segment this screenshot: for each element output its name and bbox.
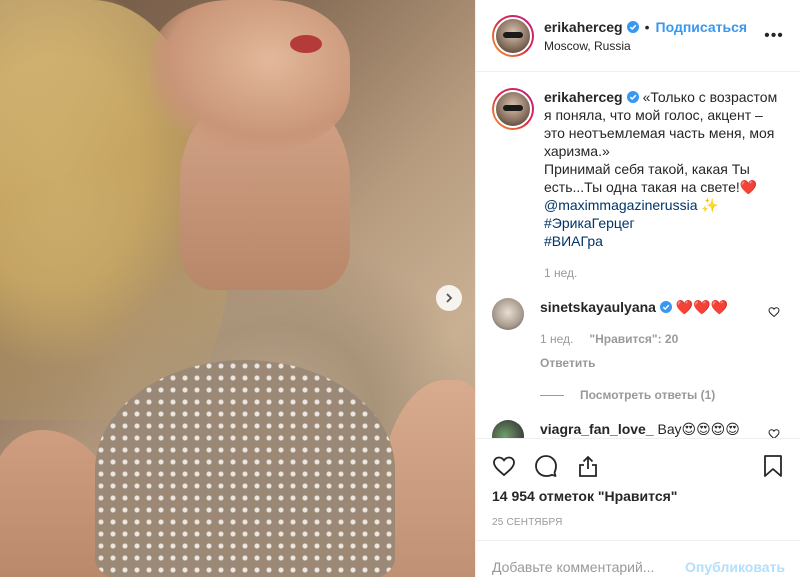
comment-time[interactable]: 1 нед. [540, 330, 573, 348]
next-image-button[interactable] [436, 285, 462, 311]
post-photo[interactable] [0, 0, 475, 577]
follow-button[interactable]: Подписаться [656, 19, 748, 35]
more-options-icon[interactable]: ••• [764, 27, 784, 45]
bookmark-icon[interactable] [761, 454, 785, 478]
comment-username[interactable]: viagra_fan_love_ [540, 421, 654, 437]
replies-divider [540, 394, 564, 396]
hashtag-link[interactable]: #ЭрикаГерцег [544, 215, 635, 231]
reply-button[interactable]: Ответить [540, 354, 728, 372]
comment-username[interactable]: sinetskayaulyana [540, 299, 656, 315]
comment-item: sinetskayaulyana ❤️❤️❤️ 1 нед. "Нравится… [492, 298, 784, 372]
heart-icon[interactable] [492, 454, 516, 478]
caption-avatar[interactable] [492, 88, 534, 130]
post-sidebar: erikaherceg • Подписаться Moscow, Russia… [475, 0, 800, 577]
chevron-right-icon [446, 293, 453, 303]
comment-avatar[interactable] [492, 420, 524, 438]
comment-icon[interactable] [534, 454, 558, 478]
comment-input[interactable] [492, 559, 678, 575]
caption-username[interactable]: erikaherceg [544, 89, 623, 105]
separator-dot: • [644, 18, 650, 35]
likes-count[interactable]: 14 954 отметок "Нравится" [492, 488, 677, 504]
photo-lips [290, 35, 322, 53]
username[interactable]: erikaherceg [544, 19, 623, 35]
post-date[interactable]: 25 СЕНТЯБРЯ [492, 517, 563, 528]
caption-text-2: Принимай себя такой, какая Ты есть...Ты … [544, 161, 758, 195]
comment-text: ❤️❤️❤️ [675, 299, 729, 315]
instagram-post: erikaherceg • Подписаться Moscow, Russia… [0, 0, 800, 577]
verified-badge-icon [626, 91, 639, 103]
verified-badge-icon [626, 20, 639, 33]
comment-likes[interactable]: "Нравится": 20 [589, 330, 678, 348]
add-comment-bar: Опубликовать [476, 540, 800, 577]
publish-button[interactable]: Опубликовать [685, 559, 785, 575]
photo-top [95, 360, 395, 577]
avatar[interactable] [492, 14, 534, 57]
like-comment-icon[interactable] [768, 306, 780, 318]
action-bar [476, 438, 800, 492]
caption-time[interactable]: 1 нед. [544, 264, 784, 282]
like-comment-icon[interactable] [768, 428, 780, 438]
comment-avatar[interactable] [492, 298, 524, 330]
mention-link[interactable]: @maximmagazinerussia [544, 197, 697, 213]
view-replies-button[interactable]: Посмотреть ответы (1) [540, 388, 784, 402]
comments-list: erikaherceg «Только с возрастом я поняла,… [476, 72, 800, 438]
sparkle-emoji: ✨ [701, 197, 719, 213]
view-replies-label: Посмотреть ответы (1) [580, 388, 716, 402]
post-caption: erikaherceg «Только с возрастом я поняла,… [492, 88, 784, 282]
hashtag-link[interactable]: #ВИАГра [544, 233, 603, 249]
post-header: erikaherceg • Подписаться Moscow, Russia… [476, 0, 800, 72]
photo-face [150, 0, 350, 150]
location-link[interactable]: Moscow, Russia [544, 39, 764, 53]
comment-text: Вау😍😍😍😍 [657, 421, 740, 437]
comment-item: viagra_fan_love_ Вау😍😍😍😍 [492, 420, 784, 438]
share-icon[interactable] [576, 454, 600, 478]
verified-badge-icon [659, 301, 672, 313]
